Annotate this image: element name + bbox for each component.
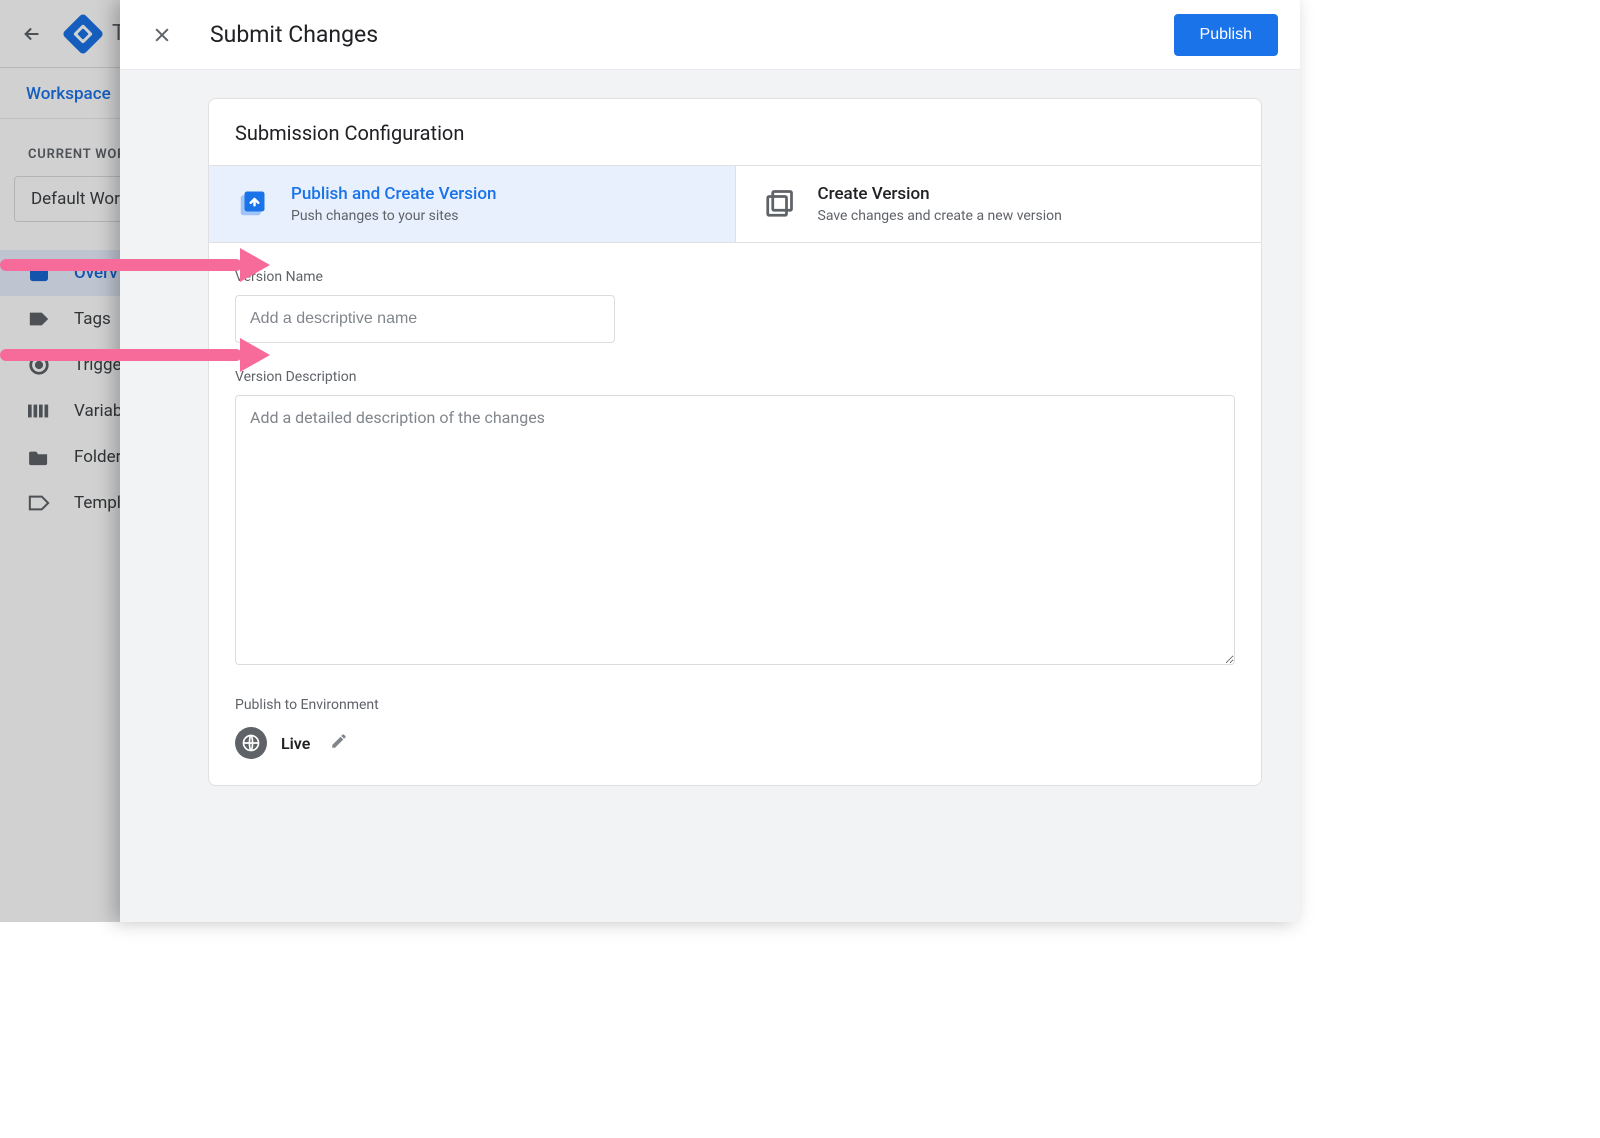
version-description-input[interactable]: [235, 395, 1235, 665]
version-name-label: Version Name: [235, 269, 1235, 285]
edit-environment-icon[interactable]: [330, 732, 348, 754]
card-title: Submission Configuration: [209, 99, 1261, 145]
submission-config-card: Submission Configuration Publish and Cre…: [208, 98, 1262, 786]
option-sub: Save changes and create a new version: [818, 208, 1062, 224]
sidebar-item-label: Overv: [74, 263, 118, 283]
variable-icon: [28, 400, 50, 422]
sidebar-item-label: Templ: [74, 493, 121, 513]
close-icon[interactable]: [142, 15, 182, 55]
globe-icon: [235, 727, 267, 759]
submit-changes-panel: Submit Changes Publish Submission Config…: [120, 0, 1300, 922]
panel-header: Submit Changes Publish: [120, 0, 1300, 70]
version-description-label: Version Description: [235, 369, 1235, 385]
trigger-icon: [28, 354, 50, 376]
tab-workspace[interactable]: Workspace: [18, 68, 119, 118]
overview-icon: [28, 262, 50, 284]
version-name-input[interactable]: [235, 295, 615, 343]
sidebar-item-label: Tags: [74, 309, 111, 329]
template-icon: [28, 492, 50, 514]
create-version-icon: [762, 187, 796, 221]
sidebar-item-label: Trigge: [74, 355, 122, 375]
submission-options: Publish and Create Version Push changes …: [209, 165, 1261, 243]
tag-icon: [28, 308, 50, 330]
environment-name: Live: [281, 734, 310, 753]
publish-icon: [235, 187, 269, 221]
option-publish-and-create[interactable]: Publish and Create Version Push changes …: [209, 166, 736, 242]
gtm-logo-icon: [62, 12, 104, 54]
option-sub: Push changes to your sites: [291, 208, 497, 224]
sidebar-item-label: Folder: [74, 447, 121, 467]
sidebar-item-label: Variab: [74, 401, 122, 421]
environment-row: Live: [235, 727, 1235, 759]
back-arrow-icon[interactable]: [12, 14, 52, 54]
publish-button[interactable]: Publish: [1174, 14, 1278, 56]
option-title: Create Version: [818, 184, 1062, 204]
option-create-version[interactable]: Create Version Save changes and create a…: [736, 166, 1262, 242]
option-title: Publish and Create Version: [291, 184, 497, 204]
panel-title: Submit Changes: [210, 21, 378, 48]
folder-icon: [28, 446, 50, 468]
publish-environment-label: Publish to Environment: [235, 697, 1235, 713]
